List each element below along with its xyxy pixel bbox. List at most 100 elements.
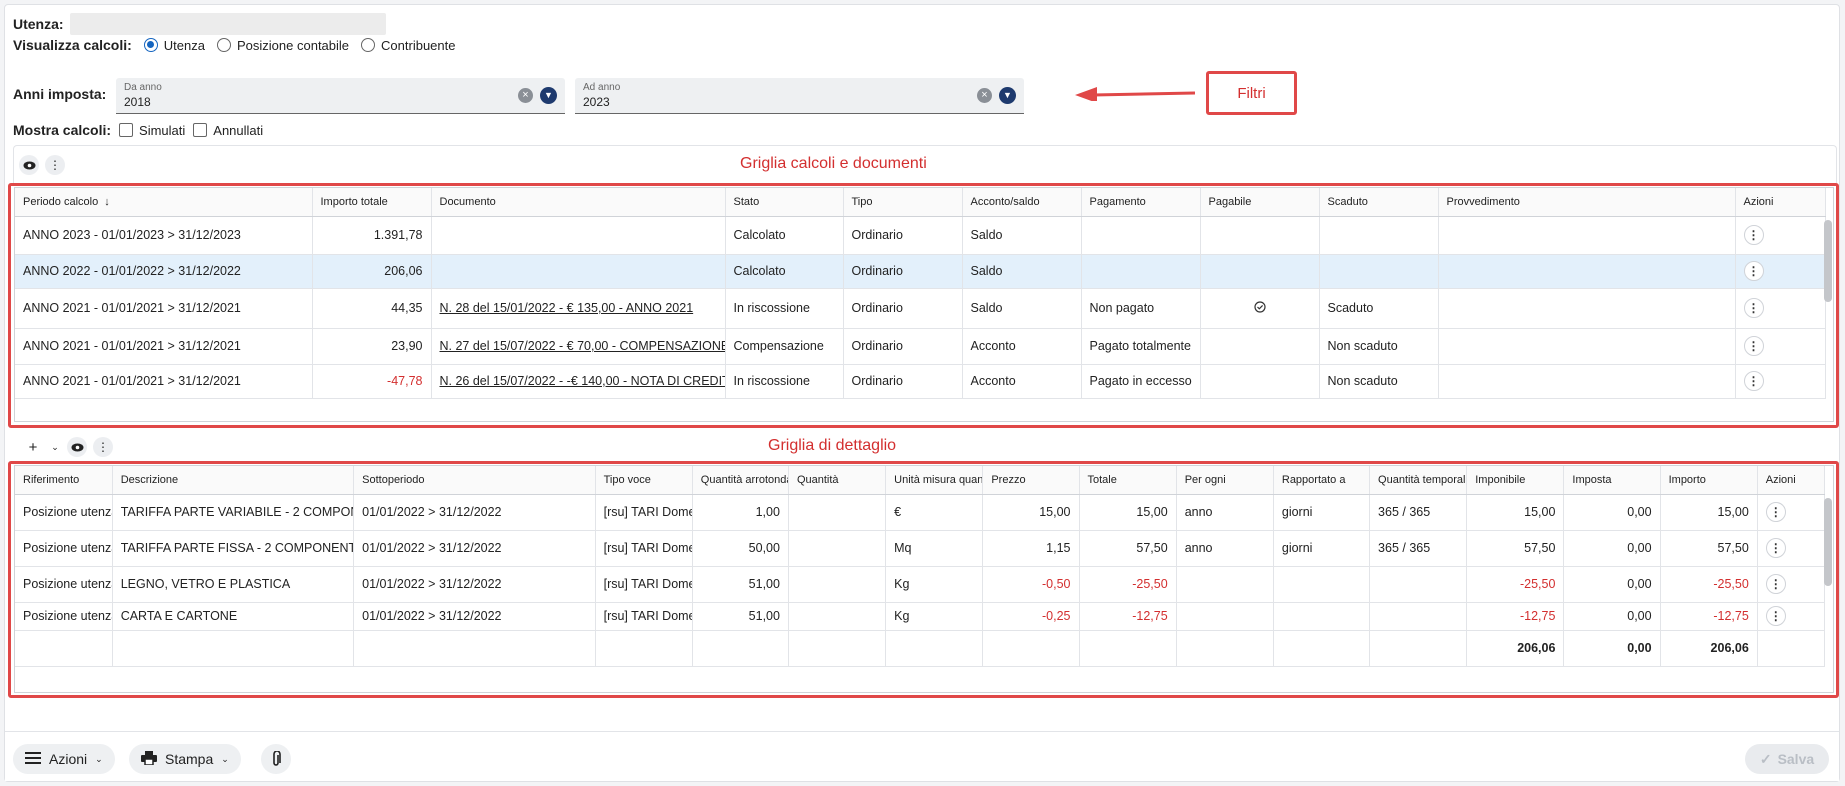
ad-anno-value: 2023	[583, 95, 610, 109]
table-cell: Pagato in eccesso	[1081, 364, 1201, 399]
document-link[interactable]: N. 28 del 15/01/2022 - € 135,00 - ANNO 2…	[431, 288, 726, 329]
more-vert-icon[interactable]: ⋮	[1743, 225, 1764, 245]
table-cell	[788, 602, 887, 631]
more-vert-icon[interactable]: ⋮	[45, 155, 65, 175]
totals-cell	[885, 629, 984, 667]
table-row[interactable]: ANNO 2022 - 01/01/2022 > 31/12/2022 206,0…	[15, 254, 1826, 289]
eye-icon[interactable]	[19, 155, 39, 175]
grid2-header-9[interactable]: Per ogni	[1176, 466, 1274, 495]
grid1-header-5[interactable]: Acconto/saldo	[962, 188, 1082, 217]
grid2-header-6[interactable]: Unità misura quantità	[885, 466, 984, 495]
stampa-button[interactable]: Stampa ⌄	[129, 744, 241, 774]
grid2-header-11[interactable]: Quantità temporale	[1369, 466, 1468, 495]
grid2-header-10[interactable]: Rapportato a	[1273, 466, 1371, 495]
table-cell: 15,00	[1466, 494, 1565, 531]
grid1-header-2[interactable]: Documento	[431, 188, 726, 217]
ad-anno-field[interactable]: Ad anno 2023 × ▼	[575, 78, 1024, 114]
table-row[interactable]: ANNO 2021 - 01/01/2021 > 31/12/2021 23,90…	[15, 328, 1826, 365]
grid2-header-5[interactable]: Quantità	[788, 466, 887, 495]
grid1-header-0[interactable]: Periodo calcolo ↓	[15, 188, 313, 217]
radio-contribuente[interactable]: Contribuente	[361, 38, 455, 53]
document-link[interactable]: N. 27 del 15/07/2022 - € 70,00 - COMPENS…	[431, 328, 726, 365]
table-row[interactable]: Posizione utenza LEGNO, VETRO E PLASTICA 0…	[15, 566, 1826, 603]
grid1-header-8[interactable]: Scaduto	[1319, 188, 1439, 217]
radio-posizione-contabile[interactable]: Posizione contabile	[217, 38, 349, 53]
radio-utenza[interactable]: Utenza	[143, 38, 205, 53]
grid2-header-12[interactable]: Imponibile	[1466, 466, 1565, 495]
more-vert-icon[interactable]: ⋮	[1765, 606, 1786, 626]
clear-icon[interactable]: ×	[977, 88, 992, 103]
mostra-row: Mostra calcoli: Simulati Annullati	[13, 122, 263, 138]
chevron-down-icon: ⌄	[95, 753, 103, 764]
eye-icon[interactable]	[67, 437, 87, 457]
table-row[interactable]: ANNO 2023 - 01/01/2023 > 31/12/2023 1.391…	[15, 216, 1826, 255]
grid1-header-9[interactable]: Provvedimento	[1438, 188, 1736, 217]
more-vert-icon[interactable]: ⋮	[1743, 298, 1764, 318]
grid2-header-1[interactable]: Descrizione	[112, 466, 355, 495]
more-vert-icon[interactable]: ⋮	[1743, 336, 1764, 356]
attachment-icon[interactable]	[261, 744, 291, 774]
grid2-header-7[interactable]: Prezzo	[982, 466, 1080, 495]
grid1-header-10[interactable]: Azioni	[1735, 188, 1826, 217]
row-actions-cell: ⋮	[1757, 494, 1826, 531]
sort-desc-icon[interactable]: ↓	[104, 196, 110, 208]
da-anno-field[interactable]: Da anno 2018 × ▼	[116, 78, 565, 114]
annotation-griglia-calcoli: Griglia calcoli e documenti	[740, 155, 927, 172]
grid1-header-4[interactable]: Tipo	[843, 188, 963, 217]
table-row[interactable]: Posizione utenza CARTA E CARTONE 01/01/202…	[15, 602, 1826, 631]
table-cell: TARIFFA PARTE FISSA - 2 COMPONENTI	[112, 530, 355, 567]
table-cell: -12,75	[1660, 602, 1758, 631]
checkbox-annullati[interactable]: Annullati	[193, 123, 263, 138]
table-cell: Ordinario	[843, 288, 963, 329]
table-row[interactable]: Posizione utenza TARIFFA PARTE FISSA - 2 …	[15, 530, 1826, 567]
table-cell: giorni	[1273, 530, 1371, 567]
chevron-down-icon[interactable]: ▼	[999, 87, 1016, 104]
table-row[interactable]: ANNO 2021 - 01/01/2021 > 31/12/2021 -47,7…	[15, 364, 1826, 399]
grid2-header-4[interactable]: Quantità arrotondata	[692, 466, 789, 495]
more-vert-icon[interactable]: ⋮	[1765, 574, 1786, 594]
grid1-toolbar: ⋮	[19, 155, 65, 175]
grid1-scrollbar[interactable]	[1824, 220, 1832, 302]
table-cell: ANNO 2021 - 01/01/2021 > 31/12/2021	[15, 364, 313, 399]
grid2-header-14[interactable]: Importo	[1660, 466, 1758, 495]
table-cell: €	[885, 494, 984, 531]
table-cell: Ordinario	[843, 254, 963, 289]
grid1-header-7[interactable]: Pagabile	[1200, 188, 1320, 217]
grid2-header-0[interactable]: Riferimento	[15, 466, 113, 495]
radio-checked-icon	[143, 38, 158, 52]
more-vert-icon[interactable]: ⋮	[1743, 371, 1764, 391]
more-vert-icon[interactable]: ⋮	[1765, 538, 1786, 558]
grid2-header-13[interactable]: Imposta	[1563, 466, 1661, 495]
table-cell	[1438, 288, 1736, 329]
table-cell	[1369, 566, 1468, 603]
check-icon: ✓	[1759, 750, 1772, 767]
checkbox-simulati[interactable]: Simulati	[119, 123, 185, 138]
grid2-header-2[interactable]: Sottoperiodo	[353, 466, 596, 495]
add-icon[interactable]: +	[23, 437, 43, 457]
grid2-header-15[interactable]: Azioni	[1757, 466, 1826, 495]
clear-icon[interactable]: ×	[518, 88, 533, 103]
checkbox-icon	[119, 123, 134, 137]
chevron-down-icon[interactable]: ▼	[540, 87, 557, 104]
more-vert-icon[interactable]: ⋮	[93, 437, 113, 457]
grid2-header-8[interactable]: Totale	[1079, 466, 1177, 495]
grid2-scrollbar[interactable]	[1824, 498, 1832, 586]
chevron-down-icon[interactable]: ⌄	[49, 437, 61, 457]
table-row[interactable]: Posizione utenza TARIFFA PARTE VARIABILE …	[15, 494, 1826, 531]
document-link[interactable]: N. 26 del 15/07/2022 - -€ 140,00 - NOTA …	[431, 364, 726, 399]
table-row[interactable]: ANNO 2021 - 01/01/2021 > 31/12/2021 44,35…	[15, 288, 1826, 329]
table-cell: 15,00	[1079, 494, 1177, 531]
grid1-header-1[interactable]: Importo totale	[312, 188, 432, 217]
azioni-button[interactable]: Azioni ⌄	[13, 744, 115, 774]
radio-unchecked-icon	[361, 38, 376, 52]
table-cell: 0,00	[1563, 602, 1661, 631]
table-cell	[1081, 254, 1201, 289]
table-cell: 23,90	[312, 328, 432, 365]
grid1-header-6[interactable]: Pagamento	[1081, 188, 1201, 217]
salva-button[interactable]: ✓ Salva	[1745, 744, 1829, 774]
grid1-header-3[interactable]: Stato	[725, 188, 844, 217]
grid2-header-3[interactable]: Tipo voce	[595, 466, 693, 495]
more-vert-icon[interactable]: ⋮	[1743, 261, 1764, 281]
more-vert-icon[interactable]: ⋮	[1765, 502, 1786, 522]
table-cell: Non pagato	[1081, 288, 1201, 329]
